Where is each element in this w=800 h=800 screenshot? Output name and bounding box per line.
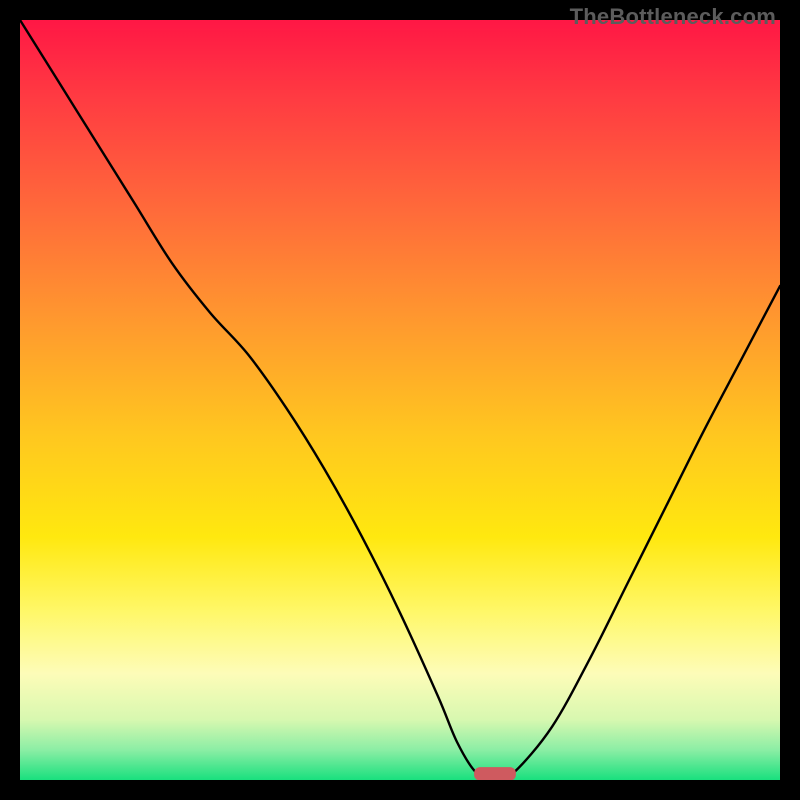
- plot-area: [20, 20, 780, 780]
- watermark-text: TheBottleneck.com: [570, 4, 776, 30]
- optimum-marker: [474, 767, 516, 780]
- chart-frame: TheBottleneck.com: [0, 0, 800, 800]
- chart-svg: [20, 20, 780, 780]
- gradient-background: [20, 20, 780, 780]
